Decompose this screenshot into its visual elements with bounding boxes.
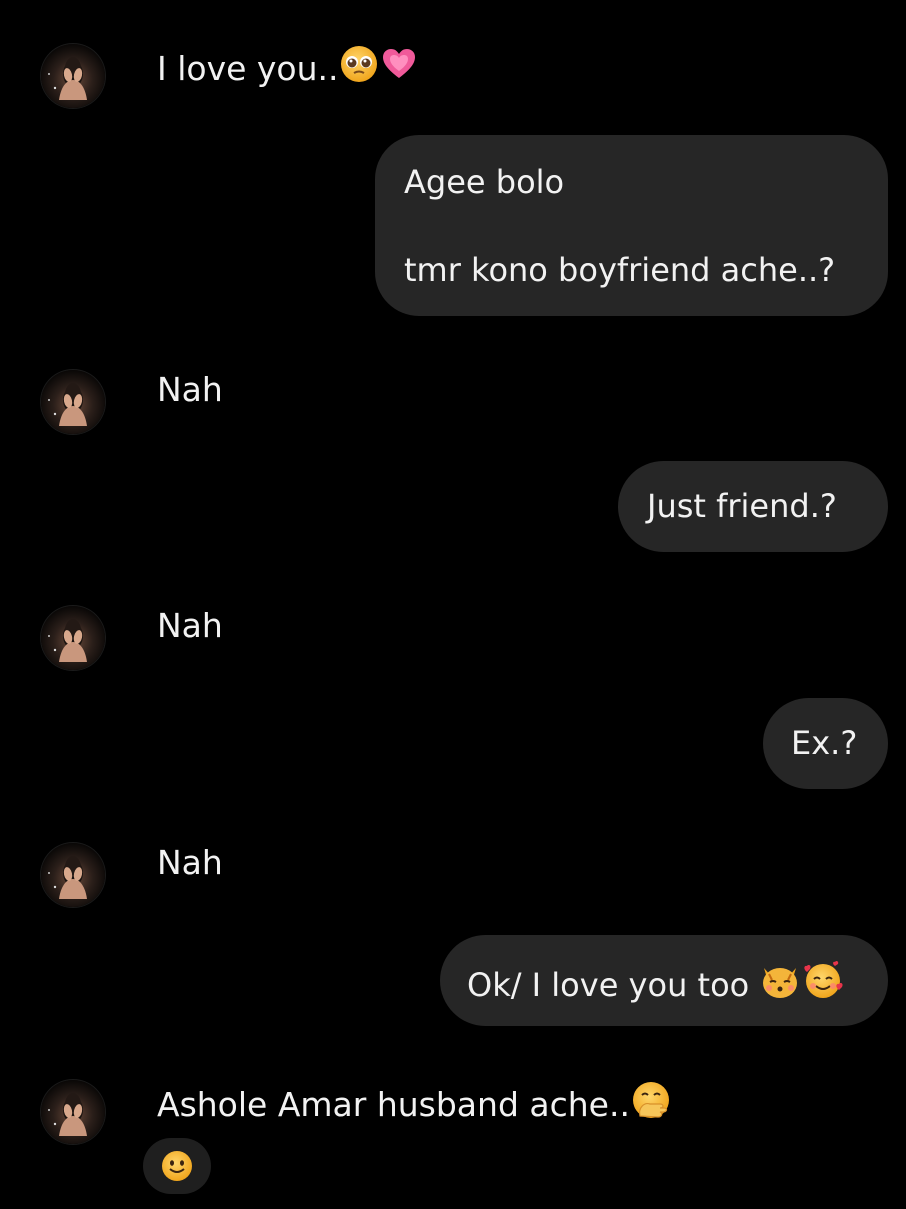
- contact-avatar[interactable]: [41, 370, 105, 434]
- message-line: tmr kono boyfriend ache..?: [404, 251, 836, 289]
- slightly-smiling-face-emoji-icon: [162, 1151, 192, 1181]
- growing-heart-emoji-icon: [379, 44, 419, 93]
- message-text: Ok/ I love you too: [467, 966, 750, 1004]
- smiling-face-with-hearts-emoji-icon: [801, 960, 845, 1009]
- incoming-message[interactable]: Nah: [157, 370, 223, 410]
- incoming-message[interactable]: Nah: [157, 606, 223, 646]
- avatar-image: [41, 606, 105, 670]
- contact-avatar[interactable]: [41, 843, 105, 907]
- contact-avatar[interactable]: [41, 1080, 105, 1144]
- message-reaction[interactable]: [143, 1138, 211, 1194]
- chat-screen: { "messages": [ {"from": "them", "text":…: [0, 0, 906, 1209]
- message-text: Nah: [157, 370, 223, 409]
- message-text: Nah: [157, 843, 223, 882]
- contact-avatar[interactable]: [41, 44, 105, 108]
- contact-avatar[interactable]: [41, 606, 105, 670]
- kissing-cat-emoji-icon: [759, 960, 801, 1009]
- message-text: Ex.?: [791, 724, 858, 762]
- avatar-image: [41, 1080, 105, 1144]
- incoming-message[interactable]: Ashole Amar husband ache..: [157, 1080, 672, 1129]
- message-line: Agee bolo: [404, 163, 565, 201]
- incoming-message[interactable]: Nah: [157, 843, 223, 883]
- avatar-image: [41, 843, 105, 907]
- message-text: I love you..: [157, 49, 339, 88]
- outgoing-message[interactable]: Ok/ I love you too: [440, 935, 888, 1026]
- outgoing-message[interactable]: Agee bolo tmr kono boyfriend ache..?: [375, 135, 888, 316]
- pleading-face-emoji-icon: [339, 44, 379, 93]
- avatar-image: [41, 44, 105, 108]
- message-text: Ashole Amar husband ache..: [157, 1085, 630, 1124]
- face-with-hand-over-mouth-emoji-icon: [630, 1080, 672, 1129]
- avatar-image: [41, 370, 105, 434]
- message-text: Nah: [157, 606, 223, 645]
- message-text: Just friend.?: [647, 487, 837, 525]
- outgoing-message[interactable]: Ex.?: [763, 698, 888, 789]
- outgoing-message[interactable]: Just friend.?: [618, 461, 888, 552]
- incoming-message[interactable]: I love you..: [157, 44, 419, 93]
